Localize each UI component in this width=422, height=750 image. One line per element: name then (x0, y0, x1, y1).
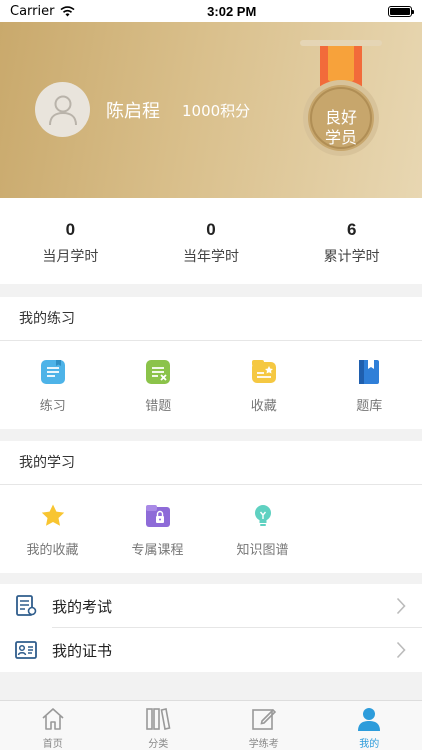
stat-year[interactable]: 0 当年学时 (141, 198, 282, 284)
tab-bar: 首页 分类 学练考 我的 (0, 700, 422, 750)
medal-label: 良好 学员 (298, 108, 384, 148)
study-hours-stats: 0 当月学时 0 当年学时 6 累计学时 (0, 198, 422, 284)
stat-total[interactable]: 6 累计学时 (281, 198, 422, 284)
section-title: 我的学习 (0, 441, 422, 485)
practice-item-practice[interactable]: 练习 (0, 341, 106, 429)
medal-line1: 良好 (324, 108, 357, 127)
favorites-folder-icon (251, 359, 277, 385)
study-item-courses[interactable]: 专属课程 (105, 485, 210, 573)
question-bank-book-icon (356, 359, 382, 385)
chevron-right-icon (396, 641, 406, 659)
wrong-questions-icon (145, 359, 171, 385)
study-grid: 我的收藏 专属课程 知识图谱 (0, 485, 422, 573)
practice-item-bank[interactable]: 题库 (317, 341, 422, 429)
edit-icon (251, 708, 276, 730)
certificates-label: 我的证书 (52, 641, 113, 660)
wrong-label: 错题 (145, 399, 172, 414)
study-favorites-label: 我的收藏 (26, 543, 79, 558)
wifi-icon (60, 5, 76, 16)
stat-label: 当月学时 (42, 249, 99, 265)
lightbulb-icon (250, 503, 276, 529)
stat-label: 当年学时 (183, 249, 239, 265)
status-time: 3:02 PM (207, 3, 257, 19)
stat-label: 累计学时 (323, 249, 380, 265)
study-item-favorites[interactable]: 我的收藏 (0, 485, 105, 573)
user-points: 1000积分 (182, 102, 251, 120)
bank-label: 题库 (356, 399, 383, 414)
carrier-group: Carrier (10, 3, 76, 19)
practice-item-favorites[interactable]: 收藏 (211, 341, 317, 429)
study-section: 我的学习 我的收藏 专属课程 知识图谱 (0, 441, 422, 573)
profile-header: 陈启程 1000积分 良好 学员 (0, 22, 422, 198)
tab-category[interactable]: 分类 (106, 701, 212, 750)
tab-practice[interactable]: 学练考 (211, 701, 317, 750)
locked-folder-icon (145, 503, 171, 529)
practice-grid: 练习 错题 收藏 题库 (0, 341, 422, 429)
menu-list: 我的考试 我的证书 (0, 584, 422, 672)
user-name: 陈启程 (106, 101, 160, 122)
tab-label: 学练考 (248, 739, 279, 750)
stat-month[interactable]: 0 当月学时 (0, 198, 141, 284)
user-avatar-icon (48, 95, 77, 125)
category-icon (146, 708, 171, 730)
carrier-label: Carrier (10, 3, 55, 19)
medal-icon (300, 40, 382, 156)
chevron-right-icon (396, 597, 406, 615)
tab-label: 我的 (359, 739, 380, 750)
stat-value: 0 (206, 220, 216, 239)
battery-icon (387, 5, 414, 17)
certificate-icon (14, 638, 38, 662)
study-item-knowledge[interactable]: 知识图谱 (210, 485, 315, 573)
tab-profile[interactable]: 我的 (317, 701, 422, 750)
avatar[interactable] (35, 82, 90, 137)
tab-label: 首页 (42, 739, 63, 750)
profile-icon (358, 708, 381, 731)
stat-value: 6 (346, 220, 357, 239)
tab-home[interactable]: 首页 (0, 701, 106, 750)
practice-section: 我的练习 练习 错题 收藏 题库 (0, 297, 422, 429)
exams-label: 我的考试 (52, 597, 113, 616)
menu-item-exams[interactable]: 我的考试 (0, 584, 422, 628)
knowledge-label: 知识图谱 (236, 543, 289, 558)
star-icon (40, 503, 66, 529)
tab-label: 分类 (148, 739, 169, 750)
status-bar: Carrier 3:02 PM (0, 0, 422, 22)
practice-label: 练习 (39, 399, 66, 414)
stat-value: 0 (65, 220, 76, 239)
practice-item-wrong[interactable]: 错题 (106, 341, 212, 429)
section-title: 我的练习 (0, 297, 422, 341)
courses-label: 专属课程 (131, 543, 184, 558)
home-icon (42, 708, 64, 730)
menu-item-certificates[interactable]: 我的证书 (0, 628, 422, 672)
practice-doc-icon (40, 359, 66, 385)
exam-icon (14, 594, 38, 618)
favorites-label: 收藏 (250, 399, 277, 414)
medal-badge: 良好 学员 (298, 36, 384, 176)
medal-line2: 学员 (324, 128, 357, 147)
